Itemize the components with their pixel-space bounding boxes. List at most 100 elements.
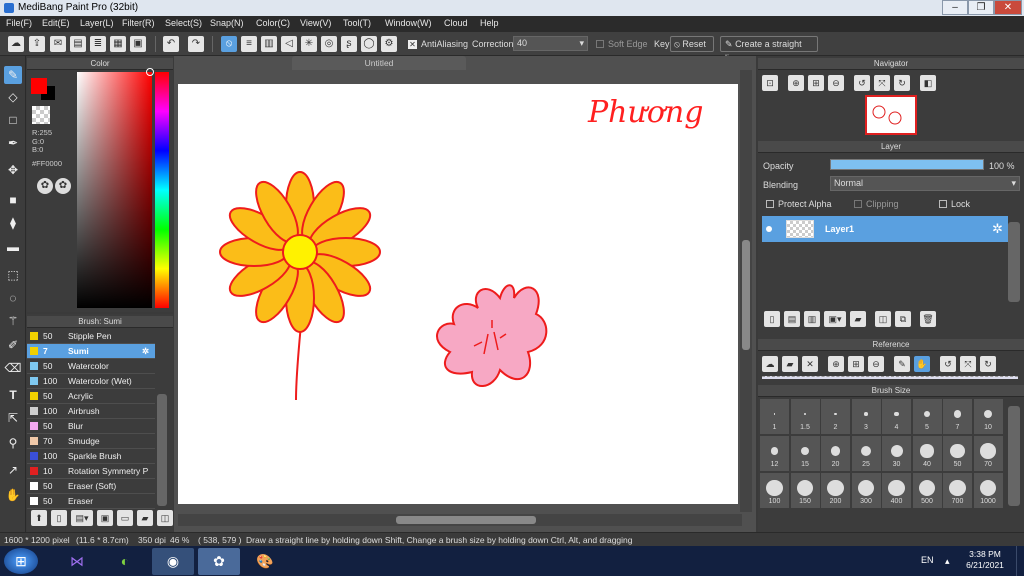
brush-size-cell[interactable]: 5	[912, 399, 942, 434]
brush-size-cell[interactable]: 10	[973, 399, 1003, 434]
brush-size-cell[interactable]: 3	[851, 399, 881, 434]
hue-slider[interactable]	[155, 72, 169, 308]
new-halftone-layer-icon[interactable]: ▤	[784, 311, 800, 327]
navigator-preview[interactable]	[865, 95, 917, 135]
show-desktop-button[interactable]	[1016, 546, 1024, 576]
horizontal-scrollbar[interactable]	[178, 514, 742, 526]
brush-size-cell[interactable]: 500	[912, 473, 942, 508]
comment-icon[interactable]: ✉	[50, 36, 66, 52]
redo-icon[interactable]: ↷	[188, 36, 204, 52]
reference-rotate-left-icon[interactable]: ↺	[940, 356, 956, 372]
brush-size-cell[interactable]: 2	[821, 399, 850, 434]
menu-edit[interactable]: Edit(E)	[42, 18, 70, 28]
reference-rotate-right-icon[interactable]: ↻	[980, 356, 996, 372]
brush-item[interactable]: 50 Eraser	[27, 494, 155, 509]
create-straight-line-button[interactable]: ✎ Create a straight line	[720, 36, 818, 63]
film-icon[interactable]: ▣	[130, 36, 146, 52]
menu-select[interactable]: Select(S)	[165, 18, 202, 28]
bucket-tool-icon[interactable]: ⧫	[4, 214, 22, 232]
layer-folder-icon[interactable]: ▰	[850, 311, 866, 327]
hand-tool-icon[interactable]: ✋	[4, 486, 22, 504]
gradient-tool-icon[interactable]: ▬	[4, 238, 22, 256]
menu-window[interactable]: Window(W)	[385, 18, 432, 28]
color-picker-cursor[interactable]	[146, 68, 154, 76]
brush-tool-icon[interactable]: ✎	[4, 66, 22, 84]
radial-snap-icon[interactable]: ✳	[301, 36, 317, 52]
transparent-swatch[interactable]	[32, 106, 50, 124]
duplicate-layer-icon[interactable]: ◫	[875, 311, 891, 327]
paint-app-icon[interactable]: 🎨	[244, 548, 286, 575]
brush-item[interactable]: 70 Smudge	[27, 434, 155, 449]
reset-button[interactable]: ⦸ Reset	[670, 36, 714, 52]
no-snap-icon[interactable]: ⦸	[221, 36, 237, 52]
language-indicator[interactable]: EN	[921, 555, 934, 565]
ellipse-snap-icon[interactable]: ◯	[361, 36, 377, 52]
brush-size-cell[interactable]: 1.5	[790, 399, 820, 434]
brush-property-icon[interactable]: ▣	[97, 510, 113, 526]
brush-size-cell[interactable]: 7	[943, 399, 972, 434]
navigator-zoom-fit-icon[interactable]: ⊡	[762, 75, 778, 91]
text-tool-icon[interactable]: T	[4, 386, 22, 404]
pen-tool-icon[interactable]: ✒	[4, 134, 22, 152]
drawing-canvas[interactable]: Phương	[178, 84, 738, 504]
gear-icon[interactable]: ✲	[142, 344, 149, 358]
menu-help[interactable]: Help	[480, 18, 499, 28]
brush-item[interactable]: 7 Sumi ✲	[27, 344, 155, 359]
brush-size-cell[interactable]: 100	[760, 473, 789, 508]
add-layer-menu-icon[interactable]: ▣▾	[824, 311, 846, 327]
new-layer-icon[interactable]: ▯	[764, 311, 780, 327]
menu-tool[interactable]: Tool(T)	[343, 18, 371, 28]
brush-folder-icon[interactable]: ▰	[137, 510, 153, 526]
navigator-rotate-right-icon[interactable]: ↻	[894, 75, 910, 91]
reference-open-icon[interactable]: ▰	[782, 356, 798, 372]
reference-hand-icon[interactable]: ✋	[914, 356, 930, 372]
vertical-scroll-thumb[interactable]	[742, 240, 750, 350]
reference-dropper-icon[interactable]: ✎	[894, 356, 910, 372]
dropper-tool-icon[interactable]: ⚲	[4, 434, 22, 452]
brush-new-icon[interactable]: ▯	[51, 510, 67, 526]
new-1bit-layer-icon[interactable]: ▥	[804, 311, 820, 327]
brush-size-cell[interactable]: 150	[790, 473, 820, 508]
menu-file[interactable]: File(F)	[6, 18, 32, 28]
brush-item[interactable]: 100 Airbrush	[27, 404, 155, 419]
navigator-rotate-left-icon[interactable]: ↺	[854, 75, 870, 91]
navigator-flip-icon[interactable]: ◧	[920, 75, 936, 91]
share-icon[interactable]: ⇪	[29, 36, 45, 52]
brush-add-icon[interactable]: ⬆	[31, 510, 47, 526]
brush-item[interactable]: 50 Stipple Pen	[27, 329, 155, 344]
brush-size-cell[interactable]: 1	[760, 399, 789, 434]
cloud-icon[interactable]: ☁	[8, 36, 24, 52]
brush-size-scrollbar[interactable]	[1008, 406, 1020, 506]
brush-item[interactable]: 100 Watercolor (Wet)	[27, 374, 155, 389]
eye-icon[interactable]	[766, 226, 772, 232]
brush-item[interactable]: 50 Eraser (Soft)	[27, 479, 155, 494]
menu-snap[interactable]: Snap(N)	[210, 18, 244, 28]
close-button[interactable]: ✕	[994, 0, 1022, 15]
brush-size-cell[interactable]: 200	[821, 473, 850, 508]
minimize-button[interactable]: –	[942, 0, 968, 15]
clock[interactable]: 3:38 PM 6/21/2021	[960, 549, 1010, 571]
lock-checkbox[interactable]	[939, 200, 947, 208]
reference-actual-size-icon[interactable]: ⊞	[848, 356, 864, 372]
menu-cloud[interactable]: Cloud	[444, 18, 468, 28]
visual-studio-icon[interactable]: ⋈	[56, 548, 98, 575]
lasso-tool-icon[interactable]: ◌	[4, 289, 22, 307]
circle-snap-icon[interactable]: ◎	[321, 36, 337, 52]
snap-settings-icon[interactable]: ⚙	[381, 36, 397, 52]
brush-size-cell[interactable]: 40	[912, 436, 942, 471]
parallel-snap-icon[interactable]: ≡	[241, 36, 257, 52]
brush-size-cell[interactable]: 300	[851, 473, 881, 508]
correction-select[interactable]: 40 ▾	[513, 36, 588, 51]
perspective-snap-icon[interactable]: ◁	[281, 36, 297, 52]
select-eraser-tool-icon[interactable]: ⌫	[4, 359, 22, 377]
reference-fit-icon[interactable]: ⤧	[960, 356, 976, 372]
chrome-icon[interactable]: ◉	[152, 548, 194, 575]
soft-edge-checkbox[interactable]	[596, 40, 604, 48]
reference-zoom-out-icon[interactable]: ⊖	[868, 356, 884, 372]
palette-add-icon[interactable]: ✿	[55, 178, 71, 194]
navigator-fit-icon[interactable]: ⤧	[874, 75, 890, 91]
magic-wand-tool-icon[interactable]: ⚚	[4, 312, 22, 330]
grid-snap-icon[interactable]: ▥	[261, 36, 277, 52]
brush-size-cell[interactable]: 1000	[973, 473, 1003, 508]
navigator-zoom-in-icon[interactable]: ⊕	[788, 75, 804, 91]
